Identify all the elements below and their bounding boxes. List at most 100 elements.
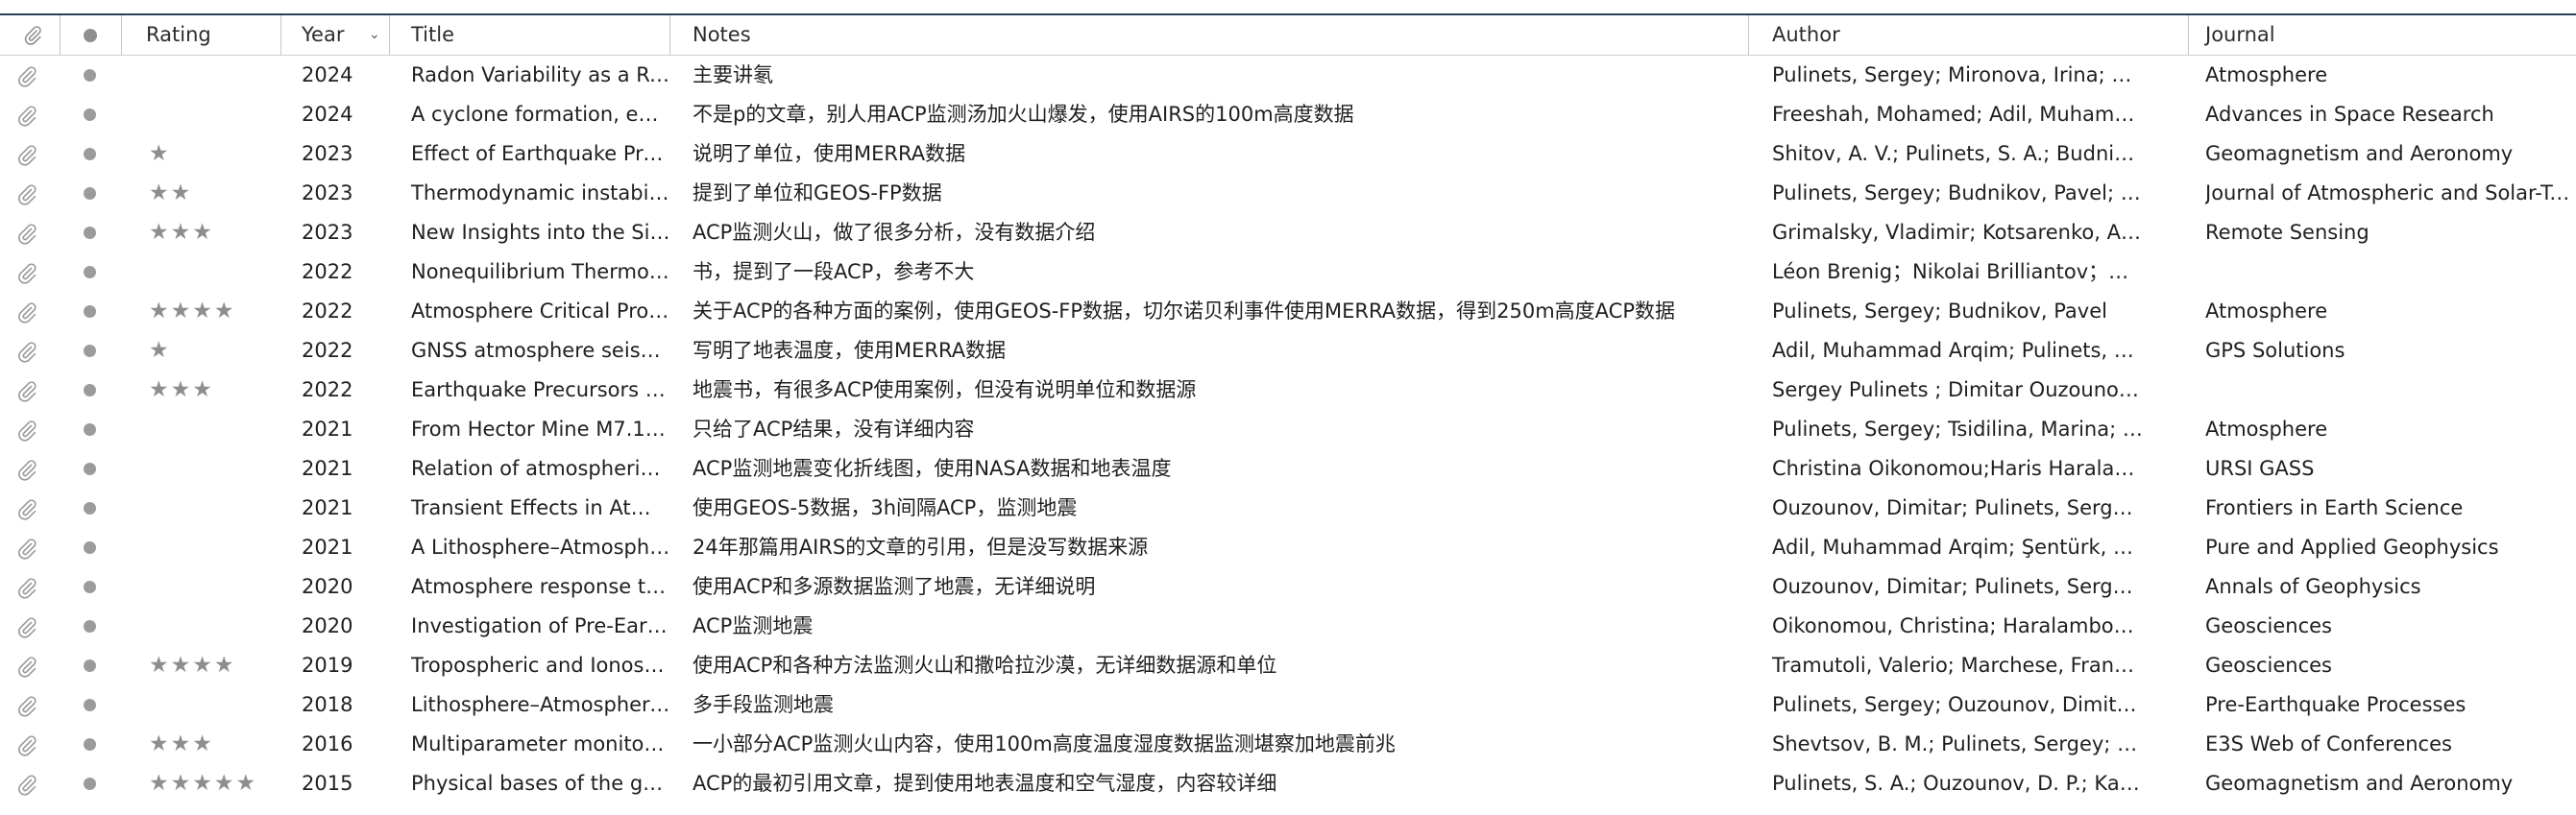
title-cell: Investigation of Pre-Earth... [411,614,670,637]
notes-cell: 书，提到了一段ACP，参考不大 [693,260,975,283]
table-row[interactable]: 2021 A Lithosphere–Atmospher... 24年那篇用AIRS… [0,528,2576,567]
year-cell: 2024 [302,103,353,126]
title-cell: Physical bases of the gen... [411,772,670,795]
unread-dot-icon[interactable] [84,463,96,475]
notes-cell: ACP的最初引用文章，提到使用地表温度和空气湿度，内容较详细 [693,772,1277,795]
column-header-attachments[interactable] [12,15,54,55]
unread-dot-icon[interactable] [84,148,96,160]
rating-stars[interactable]: ★★★ [149,213,214,252]
column-header-row: Rating Year ⌄ Title Notes Author Journal [0,15,2576,56]
table-row[interactable]: 2022 Nonequilibrium Thermod... 书，提到了一段ACP，… [0,252,2576,292]
rating-stars[interactable]: ★★★ [149,371,214,410]
year-cell: 2020 [302,575,353,598]
notes-cell: ACP监测火山，做了很多分析，没有数据介绍 [693,221,1096,244]
author-cell: Pulinets, Sergey; Budnikov, Pavel; Karel… [1772,181,2143,204]
unread-dot-icon[interactable] [84,581,96,593]
column-header-author[interactable]: Author [1772,15,1840,55]
unread-dot-icon[interactable] [84,227,96,239]
column-divider[interactable] [389,15,390,55]
column-divider[interactable] [2188,15,2189,55]
column-header-rating[interactable]: Rating [146,15,211,55]
paperclip-icon [18,342,36,363]
journal-cell: GPS Solutions [2205,339,2345,362]
notes-cell: 提到了单位和GEOS-FP数据 [693,181,942,204]
column-divider[interactable] [121,15,122,55]
table-row[interactable]: 2020 Atmosphere response to ... 使用ACP和多源数据… [0,567,2576,607]
rating-stars[interactable]: ★★★★ [149,292,235,331]
notes-cell: 24年那篇用AIRS的文章的引用，但是没写数据来源 [693,536,1149,559]
title-cell: Nonequilibrium Thermod... [411,260,670,283]
author-cell: Freeshah, Mohamed; Adil, Muhammad Arq... [1772,103,2143,126]
column-header-title[interactable]: Title [411,15,454,55]
unread-dot-icon[interactable] [84,108,96,121]
author-cell: Tramutoli, Valerio; Marchese, Francesco;… [1772,654,2143,677]
table-row[interactable]: ★★★ 2022 Earthquake Precursors in t... 地震书，… [0,371,2576,410]
rating-stars[interactable]: ★★ [149,174,192,213]
unread-dot-icon[interactable] [84,305,96,318]
unread-dot-icon[interactable] [84,69,96,82]
rating-stars[interactable]: ★ [149,331,171,371]
notes-cell: 关于ACP的各种方面的案例，使用GEOS-FP数据，切尔诺贝利事件使用MERRA… [693,300,1675,323]
unread-dot-icon[interactable] [84,541,96,554]
journal-cell: Annals of Geophysics [2205,575,2421,598]
author-cell: Pulinets, S. A.; Ouzounov, D. P.; Kareli… [1772,772,2143,795]
table-row[interactable]: ★★★★ 2022 Atmosphere Critical Proce... 关于AC… [0,292,2576,331]
rating-stars[interactable]: ★★★★ [149,646,235,685]
column-divider[interactable] [60,15,61,55]
paperclip-icon [18,735,36,756]
year-cell: 2016 [302,732,353,755]
unread-dot-icon[interactable] [84,699,96,711]
paperclip-icon [18,499,36,520]
table-row[interactable]: ★★★ 2023 New Insights into the Sim... ACP监测… [0,213,2576,252]
journal-cell [2205,371,2576,410]
table-row[interactable]: ★ 2023 Effect of Earthquake Prep... 说明了单位，使… [0,134,2576,174]
unread-dot-icon[interactable] [84,423,96,436]
paperclip-icon [18,657,36,678]
title-cell: New Insights into the Sim... [411,221,670,244]
title-cell: Earthquake Precursors in t... [411,378,670,401]
unread-dot-icon[interactable] [84,266,96,278]
column-header-notes[interactable]: Notes [693,15,751,55]
year-cell: 2015 [302,772,353,795]
column-header-year[interactable]: Year [302,15,344,55]
journal-cell: Pre-Earthquake Processes [2205,693,2467,716]
rating-stars[interactable]: ★★★★★ [149,764,257,803]
paperclip-icon [18,224,36,245]
table-row[interactable]: 2024 A cyclone formation, east... 不是p的文章，别… [0,95,2576,134]
column-divider[interactable] [280,15,281,55]
unread-dot-icon[interactable] [84,778,96,790]
column-header-journal[interactable]: Journal [2205,15,2275,55]
unread-dot-icon[interactable] [84,502,96,515]
sort-chevron-down-icon: ⌄ [369,27,380,42]
table-row[interactable]: 2020 Investigation of Pre-Earth... ACP监测地震… [0,607,2576,646]
unread-dot-icon[interactable] [84,620,96,633]
table-row[interactable]: 2024 Radon Variability as a Res... 主要讲氡 Pul… [0,56,2576,95]
dot-icon [84,28,97,42]
table-row[interactable]: 2021 From Hector Mine M7.1 t... 只给了ACP结果，没… [0,410,2576,449]
title-cell: A cyclone formation, east... [411,103,670,126]
table-row[interactable]: ★★★ 2016 Multiparameter monitorin... 一小部分AC… [0,725,2576,764]
unread-dot-icon[interactable] [84,659,96,672]
rating-stars[interactable]: ★ [149,134,171,174]
table-row[interactable]: 2021 Relation of atmospheric a... ACP监测地震变… [0,449,2576,489]
table-row[interactable]: ★★★★★ 2015 Physical bases of the gen... ACP… [0,764,2576,803]
column-header-read-status[interactable] [71,15,109,55]
table-row[interactable]: ★★ 2023 Thermodynamic instabilit... 提到了单位和G… [0,174,2576,213]
author-cell: Ouzounov, Dimitar; Pulinets, Sergey; Sun… [1772,575,2143,598]
table-row[interactable]: ★ 2022 GNSS atmosphere seismo... 写明了地表温度，使用… [0,331,2576,371]
unread-dot-icon[interactable] [84,345,96,357]
unread-dot-icon[interactable] [84,384,96,396]
column-divider[interactable] [1748,15,1749,55]
journal-cell: Atmosphere [2205,63,2328,86]
table-row[interactable]: ★★★★ 2019 Tropospheric and Ionosp... 使用ACP和… [0,646,2576,685]
table-row[interactable]: 2018 Lithosphere–Atmosphere... 多手段监测地震 Puli… [0,685,2576,725]
column-divider[interactable] [669,15,670,55]
unread-dot-icon[interactable] [84,187,96,200]
unread-dot-icon[interactable] [84,738,96,751]
table-row[interactable]: 2021 Transient Effects in Atmos... 使用GEOS-… [0,489,2576,528]
rating-stars[interactable]: ★★★ [149,725,214,764]
year-cell: 2022 [302,300,353,323]
year-cell: 2022 [302,260,353,283]
notes-cell: 写明了地表温度，使用MERRA数据 [693,339,1007,362]
year-cell: 2023 [302,221,353,244]
